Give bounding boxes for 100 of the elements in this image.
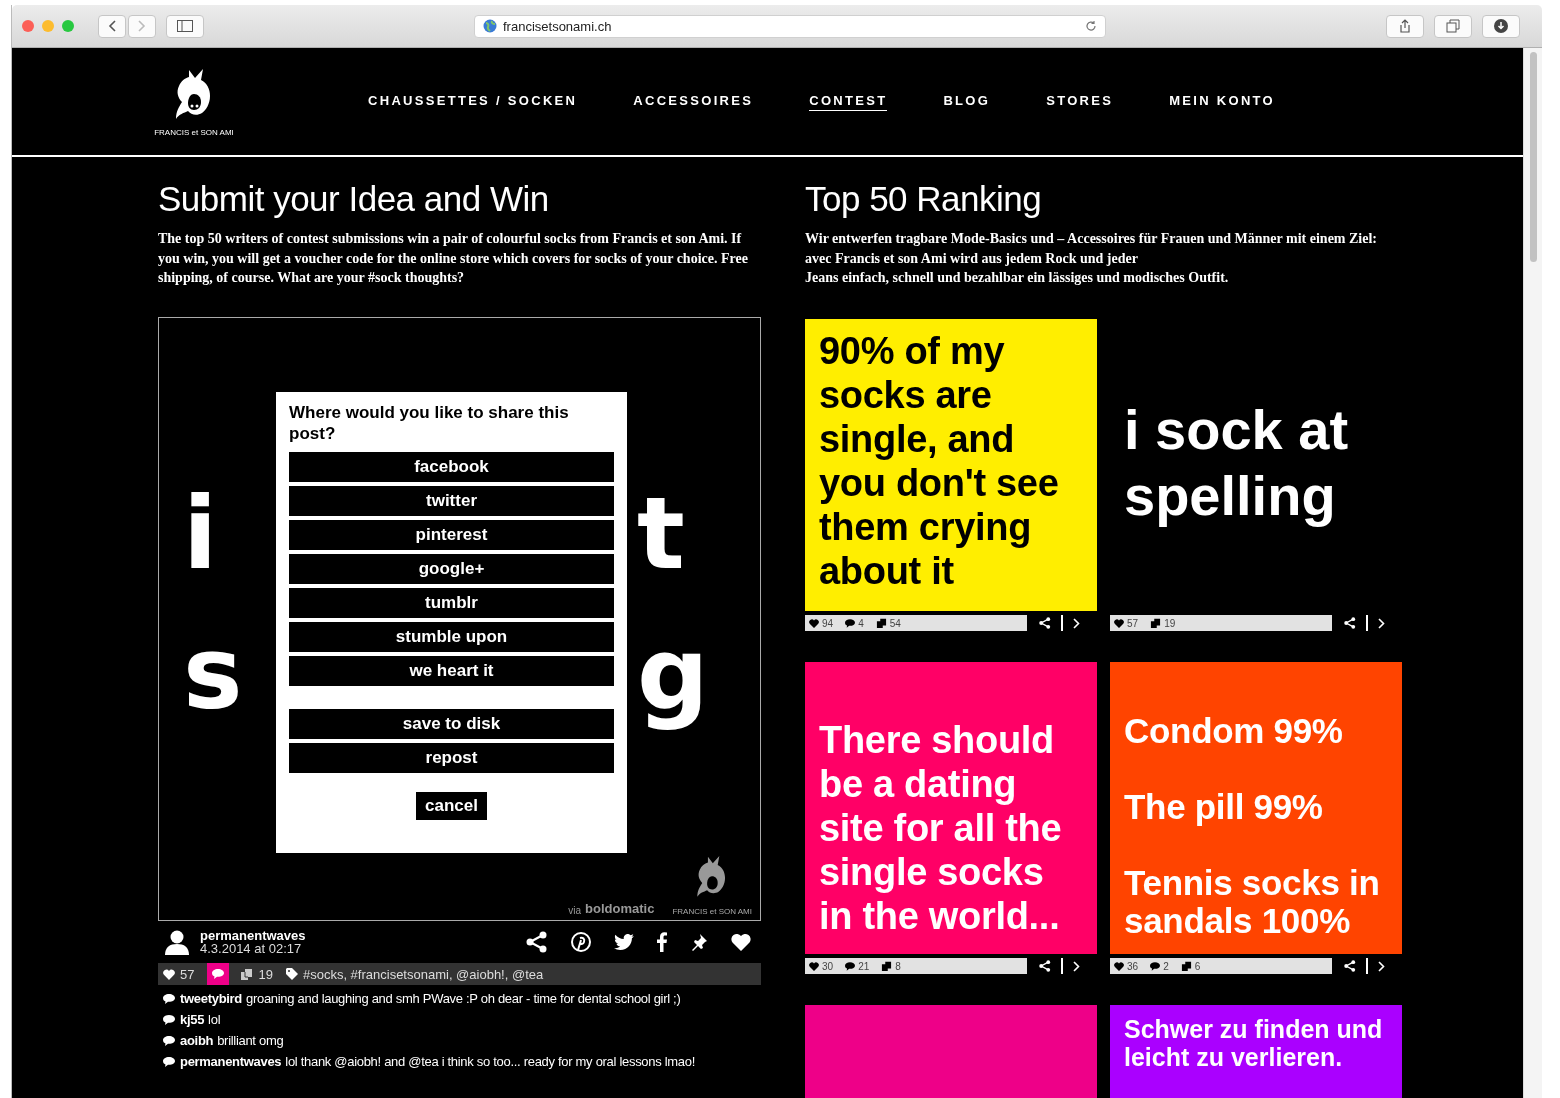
nav-link[interactable]: STORES — [1046, 92, 1114, 111]
heart-icon — [809, 961, 819, 971]
tile-stat-count: 4 — [858, 617, 864, 629]
facebook-icon[interactable] — [657, 932, 667, 952]
comment-user[interactable]: tweetybird — [180, 991, 242, 1006]
comment-user[interactable]: kj55 — [180, 1012, 205, 1027]
repost-icon — [881, 961, 893, 971]
post-text-fragment: i — [183, 474, 218, 594]
pushpin-icon[interactable] — [690, 933, 708, 951]
reload-icon[interactable] — [1085, 20, 1097, 32]
share-option-button[interactable]: twitter — [289, 486, 614, 516]
heart-icon — [1114, 618, 1124, 628]
chevron-right-icon[interactable] — [1378, 960, 1385, 972]
share-option-button[interactable]: stumble upon — [289, 622, 614, 652]
post-tile[interactable]: 90% of my socks are single, and you don't see them crying about it — [805, 319, 1097, 611]
comment-text: brilliant omg — [217, 1033, 284, 1048]
share-option-button[interactable]: facebook — [289, 452, 614, 482]
post-date: 4.3.2014 at 02:17 — [200, 942, 302, 955]
downloads-button[interactable] — [1482, 14, 1520, 38]
comment-icon — [163, 1056, 175, 1067]
nav-link[interactable]: CHAUSSETTES / SOCKEN — [368, 92, 578, 111]
back-button[interactable] — [98, 14, 126, 38]
repost-icon — [1180, 961, 1192, 971]
globe-icon — [483, 19, 497, 33]
share-button[interactable] — [1386, 14, 1424, 38]
heart-icon — [809, 618, 819, 628]
post-tile[interactable]: There should be a dating site for all the single socks in the world... — [805, 662, 1097, 954]
cancel-button[interactable]: cancel — [416, 792, 487, 820]
tabs-icon — [1446, 19, 1460, 33]
nav-link[interactable]: ACCESSOIRES — [633, 92, 754, 111]
sidebar-button[interactable] — [166, 14, 204, 38]
comments-toggle[interactable] — [207, 963, 230, 985]
post-tile[interactable]: Schwer zu finden und leicht zu verlieren. — [1110, 1005, 1402, 1098]
tag-icon — [285, 968, 298, 980]
tile-text: Condom 99% The pill 99% Tennis socks in sandals 100% — [1124, 712, 1381, 940]
comment-text: lol — [208, 1012, 221, 1027]
nav-link[interactable]: BLOG — [943, 92, 991, 111]
comment-text: groaning and laughing and smh PWave :P oh dear - time for dental school girl ;) — [246, 991, 681, 1006]
share-option-button[interactable]: tumblr — [289, 588, 614, 618]
tile-stat-count: 8 — [895, 960, 901, 972]
nav-link[interactable]: CONTEST — [809, 92, 888, 111]
chevron-right-icon[interactable] — [1073, 617, 1080, 629]
nav-link[interactable]: MEIN KONTO — [1169, 92, 1276, 111]
tile-stat-count: 57 — [1127, 617, 1139, 629]
sidebar-icon — [177, 20, 193, 32]
comment-icon — [163, 1014, 175, 1025]
tile-stat-count: 2 — [1163, 960, 1169, 972]
comment-icon — [845, 618, 856, 628]
chevron-right-icon[interactable] — [1378, 617, 1385, 629]
tile-stat-count: 30 — [822, 960, 834, 972]
bird-icon[interactable] — [614, 933, 634, 951]
contest-title: Submit your Idea and Win — [158, 179, 550, 219]
chevron-right-icon — [138, 20, 146, 32]
comment-icon — [845, 961, 856, 971]
source-text: boldomatic — [585, 901, 655, 916]
share-option-button[interactable]: pinterest — [289, 520, 614, 550]
tile-stat-count: 54 — [889, 617, 901, 629]
tile-text: Schwer zu finden und leicht zu verlieren. — [1124, 1015, 1384, 1071]
comment-user[interactable]: aoibh — [180, 1033, 214, 1048]
heart-icon[interactable] — [731, 933, 751, 951]
comment-icon — [212, 969, 225, 979]
address-bar[interactable]: francisetsonami.ch — [474, 14, 1106, 38]
pinterest-icon[interactable] — [571, 932, 591, 952]
share-option-button[interactable]: google+ — [289, 554, 614, 584]
post-text-fragment: g — [637, 614, 709, 734]
download-icon — [1494, 19, 1508, 33]
share-icon[interactable] — [526, 931, 548, 953]
author-name[interactable]: permanentwaves — [200, 929, 306, 942]
share-icon[interactable] — [1039, 960, 1051, 972]
comment-icon — [1150, 961, 1161, 971]
post-text-fragment: t — [637, 474, 685, 594]
tags-text: #socks, #francisetsonami, @aiobh!, @tea — [302, 966, 544, 982]
share-icon[interactable] — [1344, 617, 1356, 629]
tile-text: i sock at spelling — [1124, 397, 1350, 529]
chevron-right-icon[interactable] — [1073, 960, 1080, 972]
comment-icon — [163, 993, 175, 1004]
url-text: francisetsonami.ch — [503, 18, 613, 34]
tile-stat-count: 21 — [858, 960, 870, 972]
ranking-title: Top 50 Ranking — [805, 179, 1043, 219]
likes-count: 57 — [180, 966, 195, 982]
via-text: via — [568, 905, 582, 916]
chevron-left-icon — [108, 20, 116, 32]
logo-text: FRANCIS et SON AMI — [154, 128, 234, 137]
repost-icon — [1150, 618, 1162, 628]
scrollbar-thumb[interactable] — [1529, 52, 1537, 262]
reposts-count: 19 — [258, 966, 273, 982]
action-button[interactable]: save to disk — [289, 709, 614, 739]
share-icon[interactable] — [1344, 960, 1356, 972]
comment-user[interactable]: permanentwaves — [180, 1054, 282, 1069]
tile-text: 90% of my socks are single, and you don't see them crying about it — [819, 329, 1060, 593]
tile-stat-count: 94 — [822, 617, 834, 629]
brand-text: FRANCIS et SON AMI — [672, 907, 752, 916]
comment-text: lol thank @aiobh! and @tea i think so too... ready for my oral lessons lmao! — [285, 1054, 695, 1069]
action-button[interactable]: repost — [289, 743, 614, 773]
tile-stat-count: 6 — [1194, 960, 1201, 972]
heart-icon — [1114, 961, 1124, 971]
share-option-button[interactable]: we heart it — [289, 656, 614, 686]
share-icon[interactable] — [1039, 617, 1051, 629]
post-text-fragment: s — [183, 614, 243, 734]
ranking-description: Wir entwerfen tragbare Mode-Basics und – Accessoires für Frauen und Männer mit einem Ziel: avec Francis et son Ami wird aus jedem Rock und jeder Jeans einfach, schnell und bezahlbar ein lässiges und modisches Outfit. — [805, 230, 1378, 287]
